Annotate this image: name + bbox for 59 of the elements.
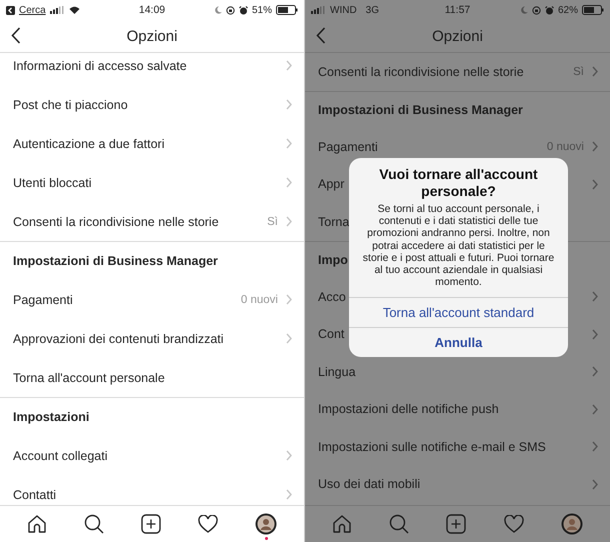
alarm-icon — [544, 6, 554, 14]
menu-item[interactable]: Pagamenti — [318, 140, 378, 154]
section-header: Impostazioni — [13, 410, 90, 424]
screen-title: Opzioni — [126, 28, 178, 44]
carrier-name: WIND — [330, 4, 357, 16]
battery-icon — [276, 5, 298, 15]
setting-value: Sì — [573, 66, 584, 78]
menu-item[interactable]: Autenticazione a due fattori — [13, 136, 164, 150]
setting-value: Sì — [267, 216, 278, 228]
menu-item[interactable]: Post che ti piacciono — [13, 98, 128, 112]
dialog-message: Se torni al tuo account personale, i contenuti e i dati statistici delle tue promozioni andranno persi. Inoltre, non potrai accedere ai dati statistici per le storie e i post attuali e futuri. Puoi tornare al tuo account aziendale in qualsiasi momento. — [362, 203, 556, 290]
heart-icon[interactable] — [198, 515, 218, 533]
battery-percentage: 62% — [558, 4, 578, 16]
moon-icon — [520, 6, 528, 14]
battery-percentage: 51% — [252, 4, 272, 16]
wifi-icon — [68, 6, 80, 14]
menu-item[interactable]: Torna — [318, 214, 350, 229]
menu-item[interactable]: Contatti — [13, 488, 56, 502]
rotation-lock-icon — [226, 6, 235, 14]
moon-icon — [214, 6, 222, 14]
setting-value: 0 nuovi — [546, 140, 584, 153]
alarm-icon — [238, 6, 248, 14]
dialog-button[interactable]: Annulla — [349, 327, 568, 358]
home-icon[interactable] — [26, 514, 47, 534]
menu-item[interactable]: Acco — [318, 290, 346, 304]
menu-item[interactable]: Cont — [318, 327, 344, 342]
screen-title: Opzioni — [432, 28, 483, 44]
network-type: 3G — [366, 4, 380, 16]
menu-item[interactable]: Torna all'account personale — [13, 370, 165, 384]
menu-item[interactable]: Informazioni di accesso salvate — [13, 58, 187, 72]
menu-item[interactable]: Consenti la ricondivisione nelle storie — [13, 214, 219, 228]
menu-item[interactable]: Approvazioni dei contenuti brandizzati — [13, 332, 224, 346]
back-icon[interactable] — [11, 27, 21, 44]
menu-item[interactable]: Uso dei dati mobili — [318, 477, 420, 492]
menu-item[interactable]: Utenti bloccati — [13, 176, 92, 190]
back-arrow-icon[interactable] — [6, 6, 15, 14]
clock-time: 11:57 — [444, 4, 470, 16]
section-header: Impostazioni di Business Manager — [318, 102, 523, 117]
dialog-title: Vuoi tornare all'account personale? — [378, 165, 539, 201]
menu-item[interactable]: Impostazioni sulle notifiche e-mail e SMS — [318, 440, 546, 454]
battery-icon — [582, 5, 604, 15]
section-header: Impostazioni di Business Manager — [13, 254, 218, 268]
menu-item[interactable]: Lingua — [318, 364, 356, 379]
signal-icon — [50, 6, 65, 14]
back-link[interactable]: Cerca — [19, 4, 46, 16]
menu-item[interactable]: Pagamenti — [13, 292, 73, 306]
signal-icon — [311, 6, 326, 14]
dialog-button[interactable]: Torna all'account standard — [349, 297, 568, 328]
rotation-lock-icon — [532, 6, 541, 14]
setting-value: 0 nuovi — [240, 294, 278, 306]
menu-item[interactable]: Consenti la ricondivisione nelle storie — [318, 64, 524, 79]
menu-item[interactable]: Impostazioni delle notifiche push — [318, 402, 499, 416]
search-icon[interactable] — [84, 514, 104, 534]
menu-item[interactable]: Account collegati — [13, 448, 108, 462]
menu-item[interactable]: Appr — [318, 177, 344, 192]
section-header: Impo — [318, 252, 348, 267]
avatar-icon[interactable] — [255, 513, 278, 535]
add-icon[interactable] — [140, 514, 161, 534]
clock-time: 14:09 — [138, 4, 166, 16]
